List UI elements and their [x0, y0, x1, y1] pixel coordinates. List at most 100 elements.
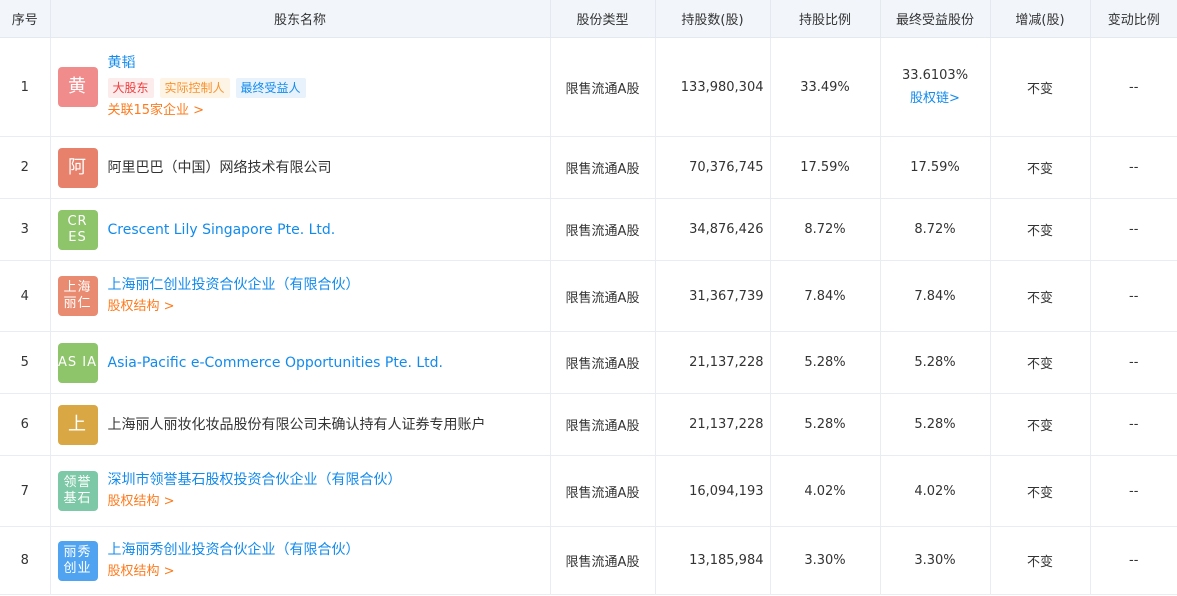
table-row: 2 阿 阿里巴巴（中国）网络技术有限公司 限售流通A股 70,376,745 1…: [0, 136, 1177, 199]
row-index: 8: [0, 526, 51, 595]
share-ratio: 5.28%: [770, 393, 881, 456]
row-index: 7: [0, 455, 51, 527]
header-share-type: 股份类型: [550, 0, 656, 38]
share-type: 限售流通A股: [550, 37, 656, 137]
share-change: 不变: [990, 393, 1091, 456]
shareholder-name[interactable]: 上海丽仁创业投资合伙企业（有限合伙）: [108, 276, 360, 294]
avatar: 领誉 基石: [57, 471, 98, 511]
table-row: 7 领誉 基石 深圳市领誉基石股权投资合伙企业（有限合伙） 股权结构 > 限售流…: [0, 455, 1177, 527]
shareholder-cell: 阿 阿里巴巴（中国）网络技术有限公司: [50, 136, 551, 199]
share-type: 限售流通A股: [550, 455, 656, 527]
avatar: CR ES: [57, 209, 98, 250]
shareholder-cell: AS IA Asia-Pacific e-Commerce Opportunit…: [50, 331, 551, 394]
share-type: 限售流通A股: [550, 393, 656, 456]
share-count: 133,980,304: [655, 37, 771, 137]
change-ratio: --: [1090, 331, 1177, 394]
shareholder-sublink[interactable]: 关联15家企业 >: [108, 102, 306, 120]
share-type: 限售流通A股: [550, 260, 656, 332]
shareholder-cell: 领誉 基石 深圳市领誉基石股权投资合伙企业（有限合伙） 股权结构 >: [50, 455, 551, 527]
change-ratio: --: [1090, 136, 1177, 199]
shareholder-name[interactable]: 上海丽秀创业投资合伙企业（有限合伙）: [108, 541, 360, 559]
tag-list: 大股东 实际控制人 最终受益人: [107, 78, 306, 98]
final-benefit-value: 4.02%: [914, 483, 956, 499]
table-row: 4 上海 丽仁 上海丽仁创业投资合伙企业（有限合伙） 股权结构 > 限售流通A股…: [0, 260, 1177, 332]
header-change-ratio: 变动比例: [1090, 0, 1177, 38]
tag-major-shareholder: 大股东: [107, 78, 154, 98]
share-count: 16,094,193: [655, 455, 771, 527]
shareholder-name: 阿里巴巴（中国）网络技术有限公司: [107, 159, 332, 176]
avatar: AS IA: [57, 342, 98, 383]
final-benefit-value: 17.59%: [910, 160, 960, 175]
shareholder-name[interactable]: Asia-Pacific e-Commerce Opportunities Pt…: [108, 354, 444, 372]
shareholder-cell: CR ES Crescent Lily Singapore Pte. Ltd.: [50, 198, 551, 261]
final-benefit-cell: 5.28%: [880, 393, 991, 456]
shareholder-table: 序号 股东名称 股份类型 持股数(股) 持股比例 最终受益股份 增减(股) 变动…: [0, 0, 1177, 595]
shareholder-name[interactable]: Crescent Lily Singapore Pte. Ltd.: [108, 221, 336, 239]
shareholder-cell: 黄 黄韬 大股东 实际控制人 最终受益人 关联15家企业 >: [50, 37, 551, 137]
row-index: 6: [0, 393, 51, 456]
avatar: 黄: [57, 67, 98, 107]
share-change: 不变: [990, 455, 1091, 527]
shareholder-sublink[interactable]: 股权结构 >: [108, 298, 360, 316]
share-count: 13,185,984: [655, 526, 771, 595]
shareholder-name[interactable]: 黄韬: [108, 54, 306, 72]
table-row: 6 上 上海丽人丽妆化妆品股份有限公司未确认持有人证券专用账户 限售流通A股 2…: [0, 393, 1177, 456]
final-benefit-value: 5.28%: [914, 355, 956, 370]
share-change: 不变: [990, 260, 1091, 332]
header-change: 增减(股): [990, 0, 1091, 38]
share-count: 21,137,228: [655, 331, 771, 394]
shareholder-cell: 上海 丽仁 上海丽仁创业投资合伙企业（有限合伙） 股权结构 >: [50, 260, 551, 332]
share-count: 70,376,745: [655, 136, 771, 199]
final-benefit-cell: 4.02%: [880, 455, 991, 527]
share-type: 限售流通A股: [550, 331, 656, 394]
share-count: 34,876,426: [655, 198, 771, 261]
final-benefit-cell: 8.72%: [880, 198, 991, 261]
equity-chain-link[interactable]: 股权链>: [881, 87, 990, 106]
share-ratio: 3.30%: [770, 526, 881, 595]
change-ratio: --: [1090, 198, 1177, 261]
header-name: 股东名称: [50, 0, 551, 38]
share-type: 限售流通A股: [550, 526, 656, 595]
shareholder-sublink[interactable]: 股权结构 >: [108, 493, 402, 511]
share-count: 31,367,739: [655, 260, 771, 332]
avatar: 阿: [57, 147, 98, 188]
table-row: 5 AS IA Asia-Pacific e-Commerce Opportun…: [0, 331, 1177, 394]
avatar: 上海 丽仁: [57, 276, 98, 316]
change-ratio: --: [1090, 37, 1177, 137]
final-benefit-cell: 5.28%: [880, 331, 991, 394]
final-benefit-value: 7.84%: [914, 288, 956, 304]
share-count: 21,137,228: [655, 393, 771, 456]
share-change: 不变: [990, 331, 1091, 394]
final-benefit-value: 8.72%: [914, 222, 956, 237]
change-ratio: --: [1090, 455, 1177, 527]
share-ratio: 33.49%: [770, 37, 881, 137]
final-benefit-value: 33.6103%: [901, 68, 969, 83]
table-row: 1 黄 黄韬 大股东 实际控制人 最终受益人 关联15家企业 > 限售流通A股 13…: [0, 37, 1177, 137]
shareholder-cell: 丽秀 创业 上海丽秀创业投资合伙企业（有限合伙） 股权结构 >: [50, 526, 551, 595]
header-final-benefit: 最终受益股份: [880, 0, 991, 38]
tag-final-beneficiary: 最终受益人: [235, 78, 306, 98]
share-ratio: 17.59%: [770, 136, 881, 199]
tag-actual-controller: 实际控制人: [159, 78, 230, 98]
final-benefit-cell: 17.59%: [880, 136, 991, 199]
header-index: 序号: [0, 0, 51, 38]
row-index: 5: [0, 331, 51, 394]
row-index: 4: [0, 260, 51, 332]
change-ratio: --: [1090, 393, 1177, 456]
row-index: 1: [0, 37, 51, 137]
header-shares: 持股数(股): [655, 0, 771, 38]
row-index: 3: [0, 198, 51, 261]
share-type: 限售流通A股: [550, 198, 656, 261]
share-change: 不变: [990, 526, 1091, 595]
avatar: 丽秀 创业: [57, 540, 98, 581]
final-benefit-cell: 33.6103% 股权链>: [880, 37, 991, 137]
row-index: 2: [0, 136, 51, 199]
table-row: 8 丽秀 创业 上海丽秀创业投资合伙企业（有限合伙） 股权结构 > 限售流通A股…: [0, 526, 1177, 595]
header-ratio: 持股比例: [770, 0, 881, 38]
final-benefit-cell: 7.84%: [880, 260, 991, 332]
shareholder-sublink[interactable]: 股权结构 >: [108, 563, 360, 581]
share-ratio: 4.02%: [770, 455, 881, 527]
shareholder-cell: 上 上海丽人丽妆化妆品股份有限公司未确认持有人证券专用账户: [50, 393, 551, 456]
shareholder-name[interactable]: 深圳市领誉基石股权投资合伙企业（有限合伙）: [108, 471, 402, 489]
share-ratio: 7.84%: [770, 260, 881, 332]
